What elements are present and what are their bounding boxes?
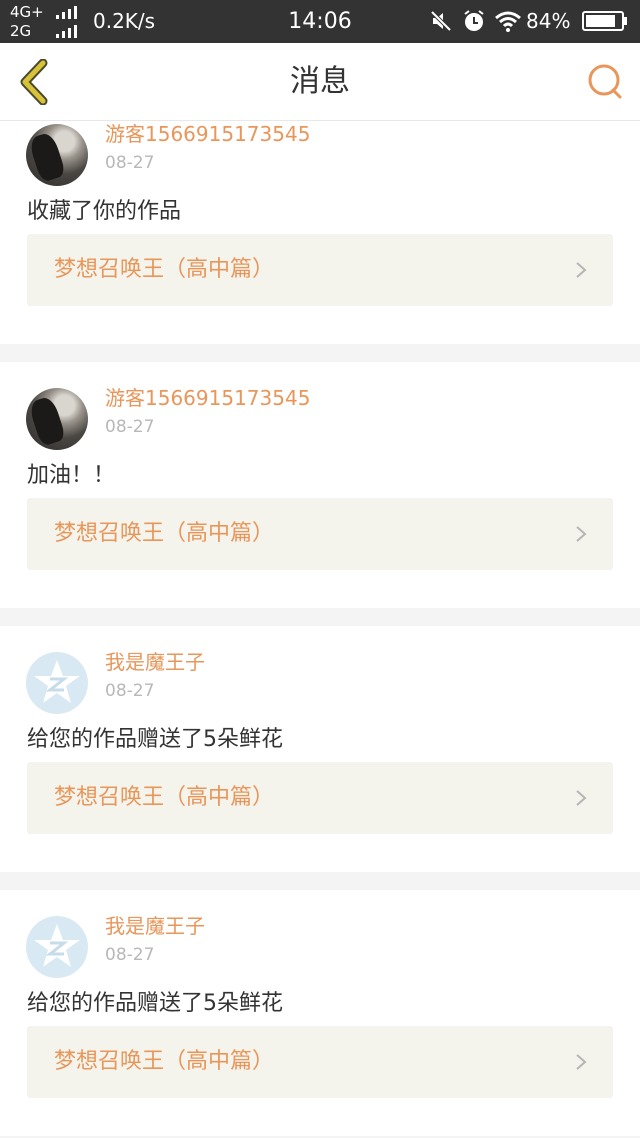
battery-percentage: 84% [526, 9, 571, 33]
work-link[interactable]: 梦想召唤王（高中篇） [27, 234, 613, 306]
user-avatar[interactable] [26, 916, 88, 978]
user-avatar[interactable] [26, 388, 88, 450]
wifi-icon [495, 11, 521, 32]
work-link[interactable]: 梦想召唤王（高中篇） [27, 1026, 613, 1098]
username[interactable]: 我是魔王子 [105, 648, 205, 676]
work-title: 梦想召唤王（高中篇） [54, 1049, 275, 1074]
work-link[interactable]: 梦想召唤王（高中篇） [27, 498, 613, 570]
message-text: 给您的作品赠送了5朵鲜花 [27, 991, 283, 1016]
chevron-right-icon [576, 1054, 587, 1070]
mute-icon [430, 10, 452, 32]
search-icon[interactable] [586, 62, 624, 100]
screen: 4G+ 2G 0.2K/s 14:06 84% 消息 游客15669151735… [0, 0, 640, 1138]
status-bar: 4G+ 2G 0.2K/s 14:06 84% [0, 0, 640, 43]
message-date: 08-27 [105, 681, 155, 701]
message-text: 收藏了你的作品 [27, 199, 182, 224]
message-date: 08-27 [105, 153, 155, 173]
username[interactable]: 我是魔王子 [105, 912, 205, 940]
chevron-right-icon [576, 262, 587, 278]
work-link[interactable]: 梦想召唤王（高中篇） [27, 762, 613, 834]
work-title: 梦想召唤王（高中篇） [54, 257, 275, 282]
status-icons: 84% [430, 8, 630, 34]
page-title: 消息 [290, 64, 350, 99]
message-card: 游客1566915173545 08-27 加油！！ 梦想召唤王（高中篇） [0, 362, 640, 608]
message-list[interactable]: 游客1566915173545 08-27 收藏了你的作品 梦想召唤王（高中篇）… [0, 121, 640, 1138]
message-text: 加油！！ [27, 463, 116, 488]
nav-header: 消息 [0, 43, 640, 121]
username[interactable]: 游客1566915173545 [105, 121, 310, 148]
qq-star-avatar-icon [34, 924, 80, 967]
message-text: 给您的作品赠送了5朵鲜花 [27, 727, 283, 752]
message-date: 08-27 [105, 945, 155, 965]
user-avatar[interactable] [26, 124, 88, 186]
username[interactable]: 游客1566915173545 [105, 384, 310, 412]
work-title: 梦想召唤王（高中篇） [54, 521, 275, 546]
qq-star-avatar-icon [34, 660, 80, 703]
chevron-right-icon [576, 790, 587, 806]
message-card: 我是魔王子 08-27 给您的作品赠送了5朵鲜花 梦想召唤王（高中篇） [0, 890, 640, 1136]
work-title: 梦想召唤王（高中篇） [54, 785, 275, 810]
message-date: 08-27 [105, 417, 155, 437]
user-avatar[interactable] [26, 652, 88, 714]
message-card: 我是魔王子 08-27 给您的作品赠送了5朵鲜花 梦想召唤王（高中篇） [0, 626, 640, 872]
alarm-icon [464, 10, 484, 31]
message-card: 游客1566915173545 08-27 收藏了你的作品 梦想召唤王（高中篇） [0, 121, 640, 344]
chevron-right-icon [576, 526, 587, 542]
battery-icon [582, 11, 627, 31]
